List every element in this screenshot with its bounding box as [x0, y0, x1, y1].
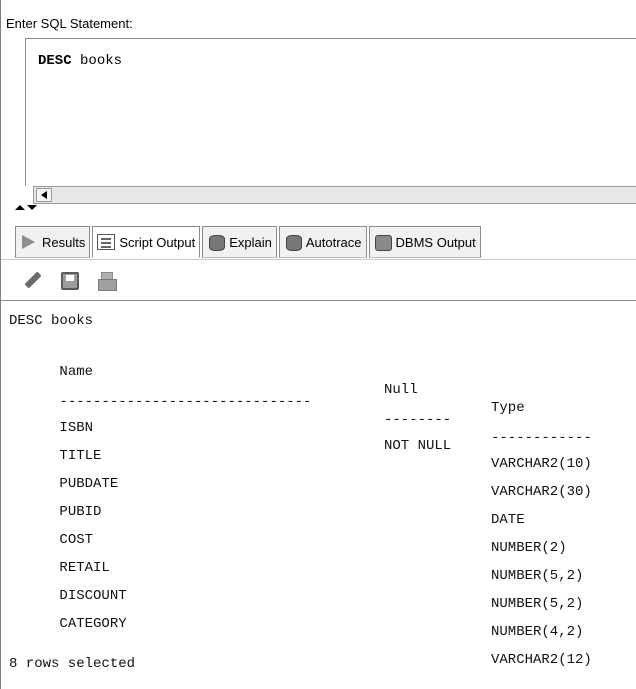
tab-dbms-output-label: DBMS Output: [395, 234, 476, 250]
column-type: NUMBER(4,2): [491, 624, 584, 640]
output-separator-row: ------------------------------ -------- …: [9, 375, 636, 446]
split-down-arrow-icon[interactable]: [27, 205, 37, 210]
table-row: PUBID NUMBER(2): [9, 485, 636, 556]
table-row: ISBN NOT NULL VARCHAR2(10): [9, 401, 636, 472]
table-row: COST NUMBER(5,2): [9, 513, 636, 584]
split-up-arrow-icon[interactable]: [15, 205, 25, 210]
table-row: CATEGORY VARCHAR2(12): [9, 597, 636, 668]
tab-results-label: Results: [42, 234, 86, 250]
tab-dbms-output[interactable]: DBMS Output: [368, 226, 481, 258]
column-type: VARCHAR2(12): [491, 652, 592, 668]
print-icon[interactable]: [98, 272, 117, 291]
tab-autotrace[interactable]: Autotrace: [278, 226, 367, 258]
script-output-pane: DESC books Name Null Type --------------…: [9, 312, 636, 689]
script-icon: [97, 234, 116, 250]
save-icon[interactable]: [61, 272, 79, 290]
sql-statement-label: Enter SQL Statement:: [6, 16, 133, 31]
table-row: RETAIL NUMBER(5,2): [9, 541, 636, 612]
pencil-icon[interactable]: [24, 272, 42, 290]
sql-worksheet: Enter SQL Statement: DESC books Results …: [0, 0, 636, 689]
tab-results[interactable]: Results: [15, 226, 91, 258]
sql-keyword: DESC: [38, 53, 72, 69]
column-name: CATEGORY: [59, 616, 127, 632]
explain-icon: [207, 234, 226, 251]
output-command: DESC books: [9, 313, 94, 329]
scroll-left-arrow-icon[interactable]: [36, 188, 52, 202]
sql-editor[interactable]: DESC books: [25, 38, 636, 186]
tab-autotrace-label: Autotrace: [305, 234, 362, 250]
tab-script-output-label: Script Output: [119, 234, 196, 250]
sql-table-name: books: [71, 53, 123, 69]
sql-editor-text: DESC books: [38, 53, 122, 69]
table-row: DISCOUNT NUMBER(4,2): [9, 569, 636, 640]
output-tabs: Results Script Output Explain Autotrace …: [15, 226, 483, 258]
table-row: TITLE VARCHAR2(30): [9, 429, 636, 500]
horizontal-scrollbar[interactable]: [33, 186, 636, 204]
tab-explain-label: Explain: [229, 234, 272, 250]
play-icon: [20, 234, 38, 250]
output-toolbar: [1, 259, 636, 301]
autotrace-icon: [284, 234, 302, 251]
output-header-row: Name Null Type: [9, 345, 636, 416]
tab-explain[interactable]: Explain: [202, 226, 277, 258]
tab-script-output[interactable]: Script Output: [92, 226, 201, 258]
dbms-icon: [374, 234, 392, 251]
table-row: PUBDATE DATE: [9, 457, 636, 528]
rows-selected-footer: 8 rows selected: [9, 656, 136, 672]
panel-splitter[interactable]: [15, 205, 39, 217]
